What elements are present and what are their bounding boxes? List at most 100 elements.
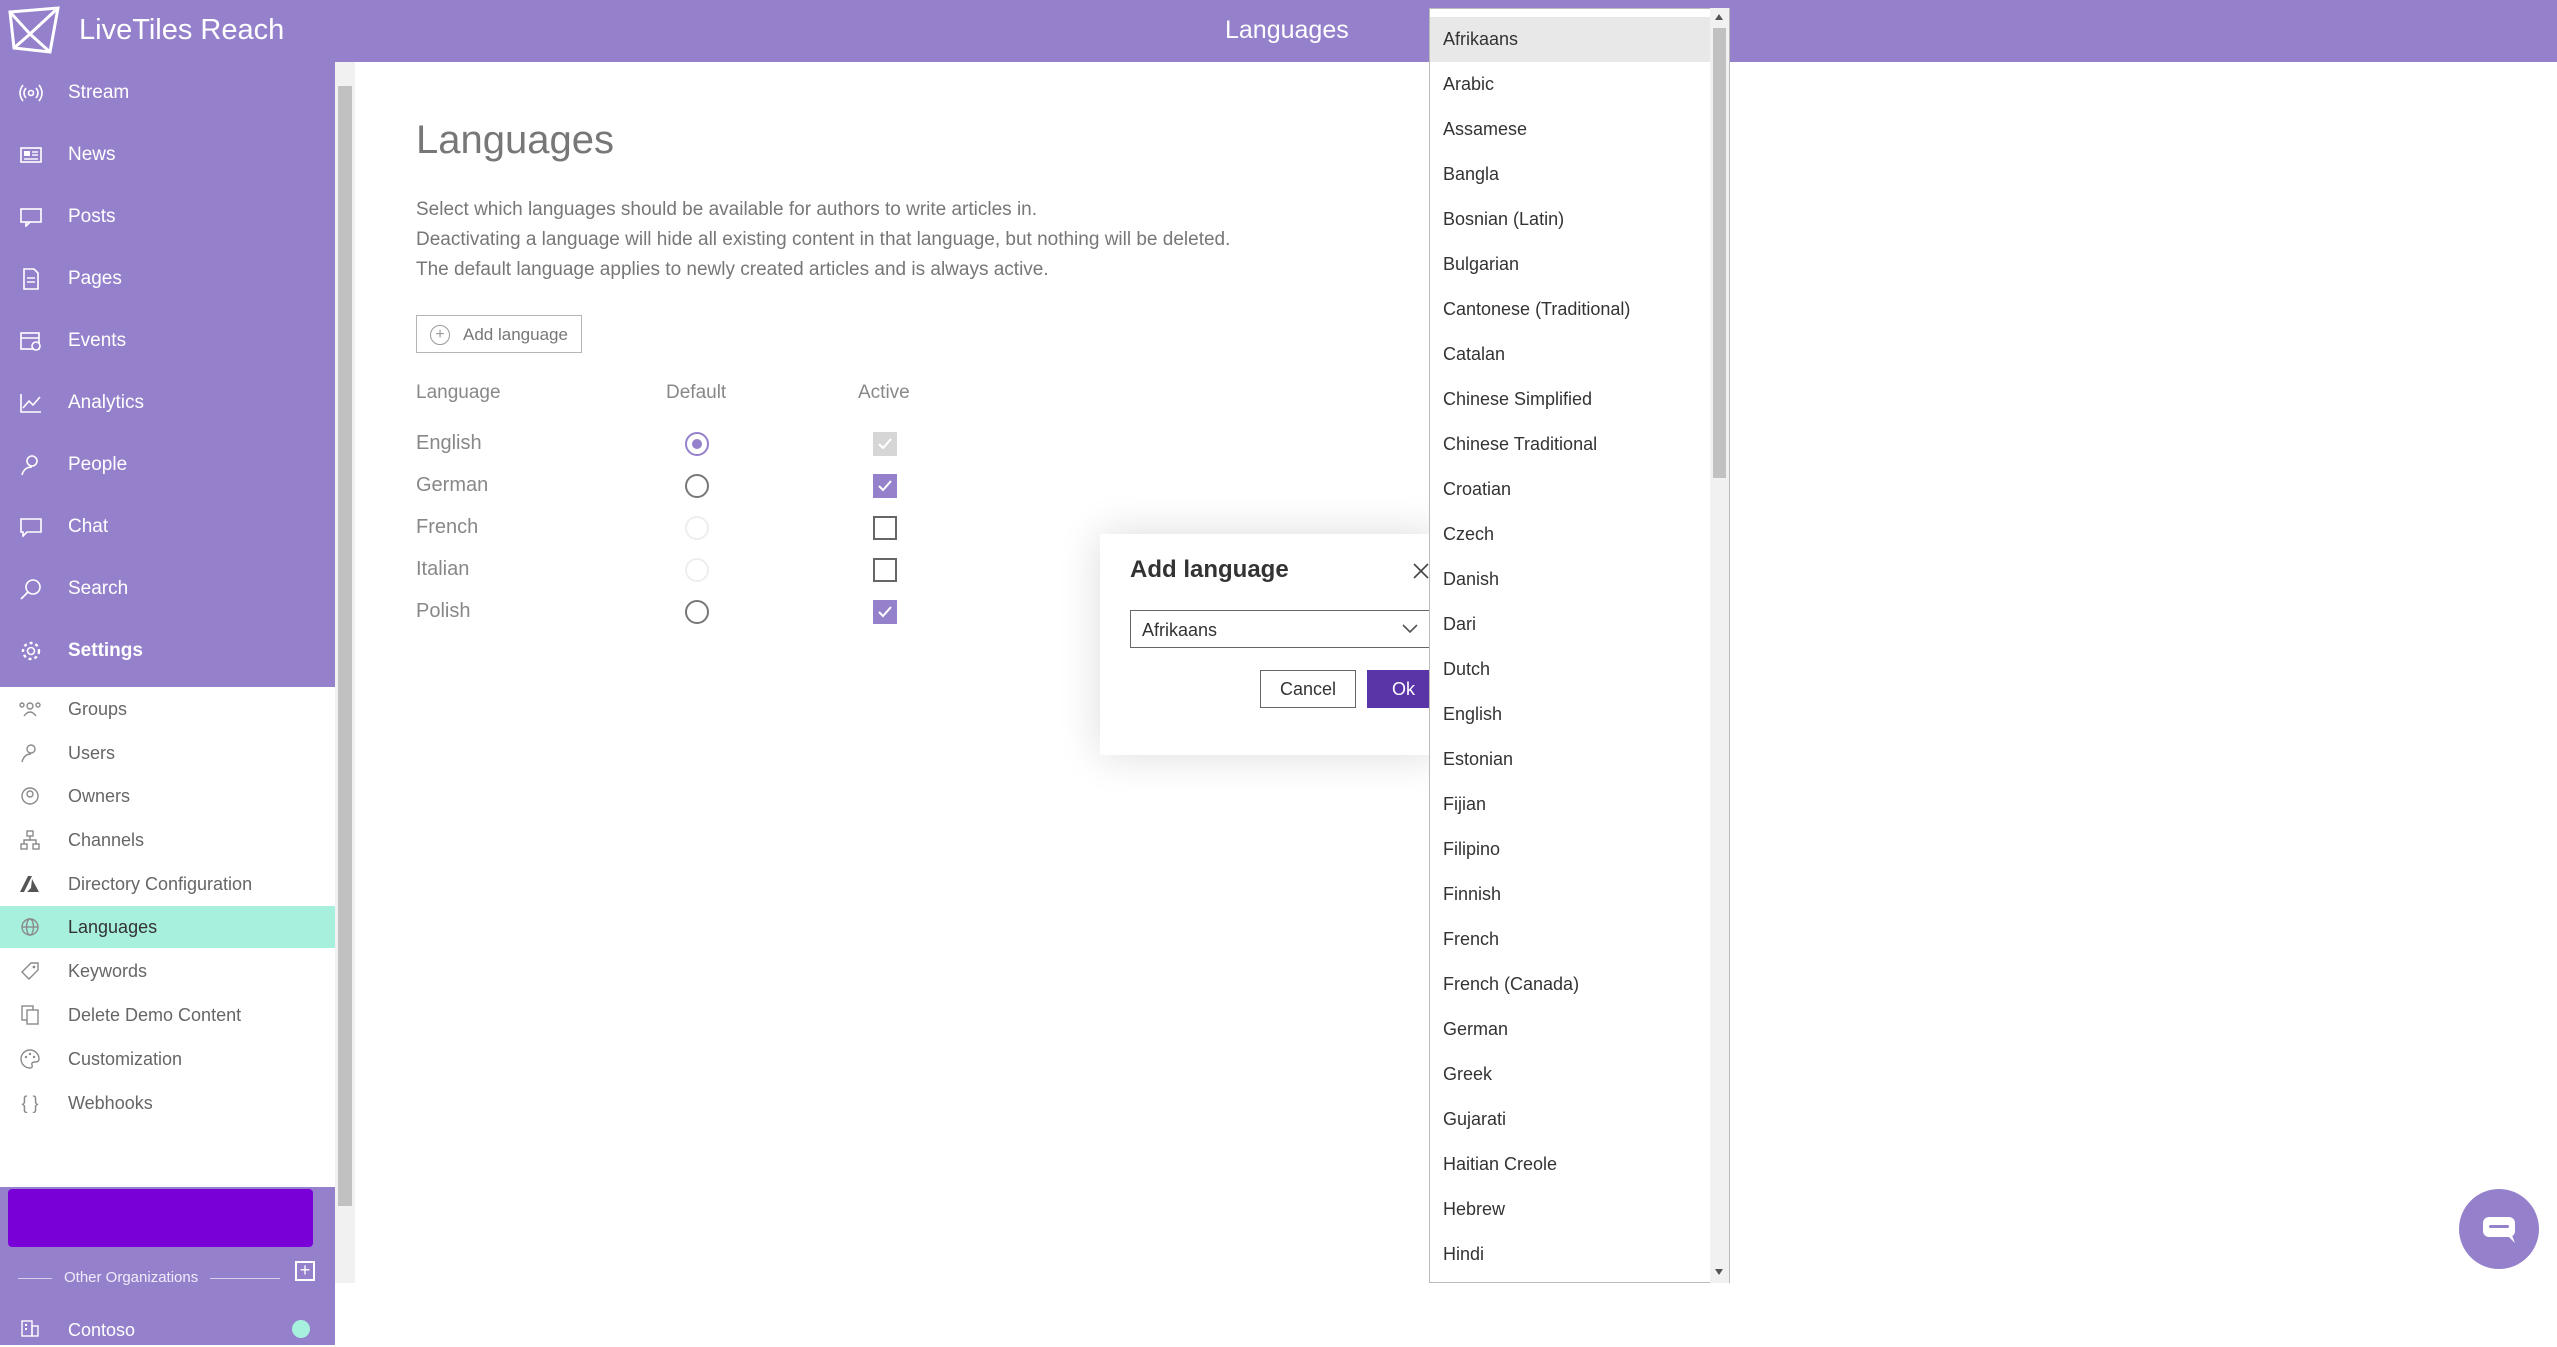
language-option[interactable]: Hindi — [1430, 1232, 1712, 1277]
nav-label: Analytics — [68, 392, 145, 413]
settings-item-delete-demo-content[interactable]: Delete Demo Content — [0, 994, 335, 1036]
nav-item-settings[interactable]: Settings — [0, 620, 335, 682]
language-option[interactable]: Afrikaans — [1430, 17, 1712, 62]
language-option[interactable]: Czech — [1430, 512, 1712, 557]
channels-icon — [18, 828, 42, 852]
language-option[interactable]: Gujarati — [1430, 1097, 1712, 1142]
scroll-down-arrow-icon[interactable] — [1715, 1269, 1723, 1275]
add-organization-icon[interactable]: + — [295, 1261, 315, 1281]
settings-item-label: Channels — [68, 829, 145, 850]
settings-item-directory-configuration[interactable]: Directory Configuration — [0, 863, 335, 905]
language-option[interactable]: Danish — [1430, 557, 1712, 602]
default-radio-polish[interactable] — [685, 600, 709, 624]
redacted-user-profile[interactable] — [8, 1189, 313, 1247]
language-option[interactable]: Chinese Traditional — [1430, 422, 1712, 467]
scroll-up-arrow-icon[interactable] — [1715, 14, 1723, 20]
organization-item-contoso[interactable]: Contoso — [0, 1317, 335, 1347]
language-option-label: English — [1443, 704, 1503, 724]
nav-label: Stream — [68, 82, 130, 103]
active-checkbox-german[interactable] — [873, 474, 897, 498]
language-select[interactable]: Afrikaans — [1130, 610, 1430, 648]
language-option[interactable]: Bangla — [1430, 152, 1712, 197]
language-option[interactable]: Arabic — [1430, 62, 1712, 107]
language-option-label: Chinese Traditional — [1443, 434, 1598, 454]
add-language-dialog: Add language Afrikaans Cancel Ok — [1100, 534, 1440, 755]
language-option-label: Afrikaans — [1443, 29, 1519, 49]
chat-bubble-icon — [2483, 1217, 2515, 1243]
language-option[interactable]: Finnish — [1430, 872, 1712, 917]
default-radio-english[interactable] — [685, 432, 709, 456]
posts-icon — [18, 204, 44, 230]
top-bar: LiveTiles Reach Languages — [0, 0, 2557, 62]
language-options-list: Afrikaans Arabic Assamese Bangla Bosnian (La… — [1429, 8, 1730, 1283]
language-option[interactable]: Bulgarian — [1430, 242, 1712, 287]
language-name-french: French — [416, 516, 479, 538]
default-radio-german[interactable] — [685, 474, 709, 498]
palette-icon — [18, 1047, 42, 1071]
active-checkbox-french[interactable] — [873, 516, 897, 540]
settings-item-keywords[interactable]: Keywords — [0, 950, 335, 992]
language-option[interactable]: German — [1430, 1007, 1712, 1052]
language-option[interactable]: Haitian Creole — [1430, 1142, 1712, 1187]
nav-item-analytics[interactable]: Analytics — [0, 372, 335, 434]
settings-item-label: Delete Demo Content — [68, 1004, 242, 1025]
nav-item-stream[interactable]: Stream — [0, 62, 335, 124]
nav-item-pages[interactable]: Pages — [0, 248, 335, 310]
description-line: The default language applies to newly cr… — [416, 259, 1049, 280]
scrollbar-thumb[interactable] — [1713, 28, 1726, 478]
add-language-button[interactable]: + Add language — [416, 315, 582, 353]
default-radio-italian — [685, 558, 709, 582]
language-option[interactable]: Filipino — [1430, 827, 1712, 872]
settings-item-users[interactable]: Users — [0, 732, 335, 774]
livetiles-logo[interactable] — [6, 4, 62, 56]
language-option[interactable]: Cantonese (Traditional) — [1430, 287, 1712, 332]
language-option[interactable]: Bosnian (Latin) — [1430, 197, 1712, 242]
language-option[interactable]: Catalan — [1430, 332, 1712, 377]
settings-item-languages[interactable]: Languages — [0, 906, 335, 948]
language-option-label: Finnish — [1443, 884, 1502, 904]
sidebar-scrollbar[interactable] — [335, 62, 355, 1283]
settings-item-owners[interactable]: Owners — [0, 775, 335, 817]
language-option[interactable]: Fijian — [1430, 782, 1712, 827]
chat-widget-button[interactable] — [2459, 1189, 2539, 1269]
azure-icon — [18, 872, 42, 896]
nav-item-posts[interactable]: Posts — [0, 186, 335, 248]
language-option[interactable]: Dutch — [1430, 647, 1712, 692]
nav-label: Settings — [68, 640, 143, 661]
chart-icon — [18, 390, 44, 416]
language-option[interactable]: Dari — [1430, 602, 1712, 647]
language-option-label: Filipino — [1443, 839, 1501, 859]
language-option-label: Chinese Simplified — [1443, 389, 1593, 409]
description-line: Select which languages should be availab… — [416, 199, 1038, 220]
settings-item-webhooks[interactable]: { } Webhooks — [0, 1082, 335, 1124]
nav-item-people[interactable]: People — [0, 434, 335, 496]
language-option-label: Danish — [1443, 569, 1500, 589]
language-option[interactable]: French (Canada) — [1430, 962, 1712, 1007]
language-option[interactable]: Croatian — [1430, 467, 1712, 512]
language-option[interactable]: Hebrew — [1430, 1187, 1712, 1232]
language-option[interactable]: French — [1430, 917, 1712, 962]
building-icon — [20, 1319, 40, 1342]
language-option[interactable]: Assamese — [1430, 107, 1712, 152]
active-checkbox-polish[interactable] — [873, 600, 897, 624]
people-icon — [18, 452, 44, 478]
settings-item-customization[interactable]: Customization — [0, 1038, 335, 1080]
newspaper-icon — [18, 142, 44, 168]
language-option[interactable]: English — [1430, 692, 1712, 737]
language-option[interactable]: Estonian — [1430, 737, 1712, 782]
groups-icon — [18, 697, 42, 721]
options-scrollbar[interactable] — [1710, 8, 1729, 1283]
active-checkbox-english — [873, 432, 897, 456]
nav-item-events[interactable]: Events — [0, 310, 335, 372]
nav-item-chat[interactable]: Chat — [0, 496, 335, 558]
nav-item-news[interactable]: News — [0, 124, 335, 186]
settings-item-groups[interactable]: Groups — [0, 688, 335, 730]
active-checkbox-italian[interactable] — [873, 558, 897, 582]
nav-item-search[interactable]: Search — [0, 558, 335, 620]
cancel-button[interactable]: Cancel — [1260, 670, 1356, 708]
calendar-icon — [18, 328, 44, 354]
language-option[interactable]: Greek — [1430, 1052, 1712, 1097]
settings-item-channels[interactable]: Channels — [0, 819, 335, 861]
language-option[interactable]: Chinese Simplified — [1430, 377, 1712, 422]
language-option-label: Cantonese (Traditional) — [1443, 299, 1631, 319]
